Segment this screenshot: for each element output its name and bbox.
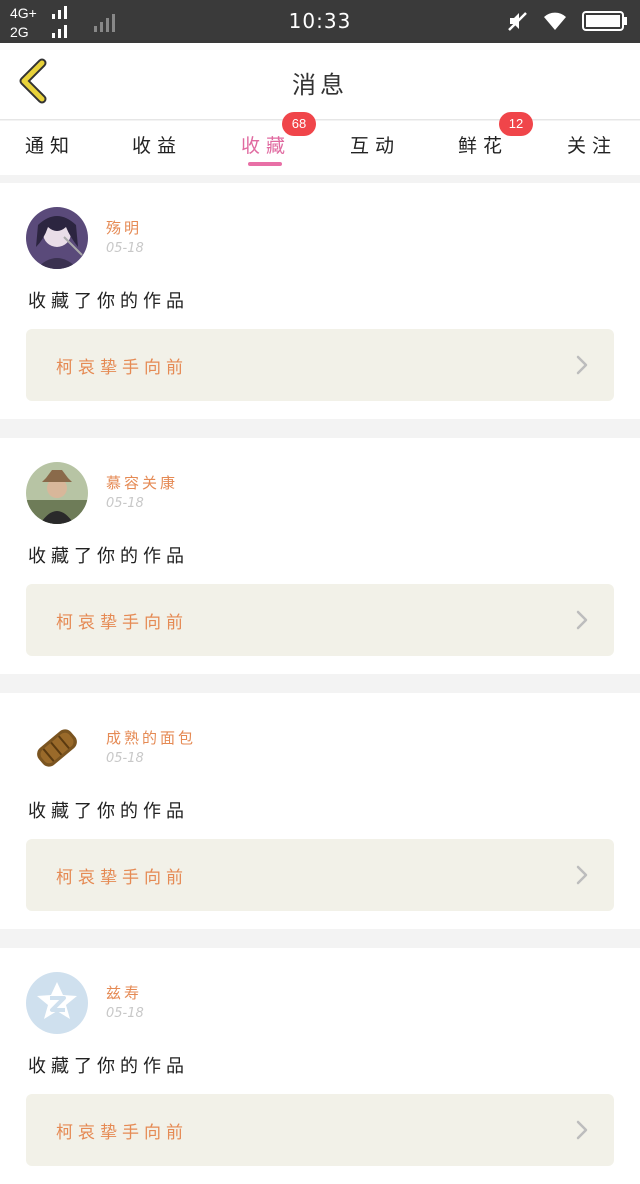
work-title: 柯哀挚手向前	[56, 1123, 188, 1143]
action-text: 收藏了你的作品	[28, 801, 189, 822]
work-link[interactable]: 柯哀挚手向前	[26, 329, 614, 401]
avatar[interactable]	[26, 207, 88, 269]
status-bar: 4G+ 2G 10:33	[0, 0, 640, 43]
timestamp: 05-18	[106, 1006, 144, 1021]
chevron-right-icon	[576, 1120, 588, 1140]
chevron-right-icon	[576, 610, 588, 630]
tab-label: 互动	[349, 135, 400, 157]
work-title: 柯哀挚手向前	[56, 868, 188, 888]
work-title: 柯哀挚手向前	[56, 358, 188, 378]
work-link[interactable]: 柯哀挚手向前	[26, 1094, 614, 1166]
avatar[interactable]	[26, 717, 88, 779]
action-text: 收藏了你的作品	[28, 1056, 189, 1077]
tab-label: 鲜花	[457, 135, 508, 157]
tab-badge: 12	[499, 112, 533, 136]
tab-following[interactable]: 关注	[542, 121, 640, 175]
timestamp: 05-18	[106, 496, 144, 511]
action-text: 收藏了你的作品	[28, 291, 189, 312]
work-link[interactable]: 柯哀挚手向前	[26, 839, 614, 911]
mute-icon	[508, 12, 527, 31]
tab-earnings[interactable]: 收益	[107, 121, 207, 175]
username[interactable]: 殇明	[106, 217, 142, 238]
qzone-default-avatar-icon	[26, 972, 88, 1034]
avatar[interactable]	[26, 972, 88, 1034]
tab-label: 通知	[24, 135, 75, 157]
chevron-right-icon	[576, 865, 588, 885]
message-card: 殇明 05-18 收藏了你的作品 柯哀挚手向前	[0, 183, 640, 419]
battery-icon	[582, 11, 627, 31]
tab-label: 收益	[131, 135, 182, 157]
username[interactable]: 成熟的面包	[106, 727, 196, 748]
tab-bar: 通知 收益 收藏 68 互动 鲜花 12 关注	[0, 112, 640, 175]
chevron-right-icon	[576, 355, 588, 375]
tab-flowers[interactable]: 鲜花 12	[433, 112, 533, 175]
message-card: 慕容关康 05-18 收藏了你的作品 柯哀挚手向前	[0, 438, 640, 674]
wifi-icon	[544, 12, 566, 30]
tab-interactions[interactable]: 互动	[325, 121, 425, 175]
timestamp: 05-18	[106, 751, 144, 766]
avatar[interactable]	[26, 462, 88, 524]
status-icons	[506, 9, 628, 33]
action-text: 收藏了你的作品	[28, 546, 189, 567]
tab-badge: 68	[282, 112, 316, 136]
active-tab-indicator	[248, 162, 282, 166]
timestamp: 05-18	[106, 241, 144, 256]
page-title: 消息	[292, 71, 348, 99]
username[interactable]: 慕容关康	[106, 472, 178, 493]
anime-character-avatar-icon	[26, 207, 88, 269]
work-link[interactable]: 柯哀挚手向前	[26, 584, 614, 656]
tab-notifications[interactable]: 通知	[0, 121, 100, 175]
man-with-hat-avatar-icon	[26, 462, 88, 524]
tab-favorites[interactable]: 收藏 68	[216, 112, 316, 175]
username[interactable]: 兹寿	[106, 982, 142, 1003]
message-card: 兹寿 05-18 收藏了你的作品 柯哀挚手向前	[0, 948, 640, 1184]
bread-avatar-icon	[26, 717, 88, 779]
tab-label: 收藏	[240, 135, 291, 157]
message-card: 成熟的面包 05-18 收藏了你的作品 柯哀挚手向前	[0, 693, 640, 929]
work-title: 柯哀挚手向前	[56, 613, 188, 633]
tab-label: 关注	[566, 135, 617, 157]
app-header: 消息	[0, 43, 640, 120]
